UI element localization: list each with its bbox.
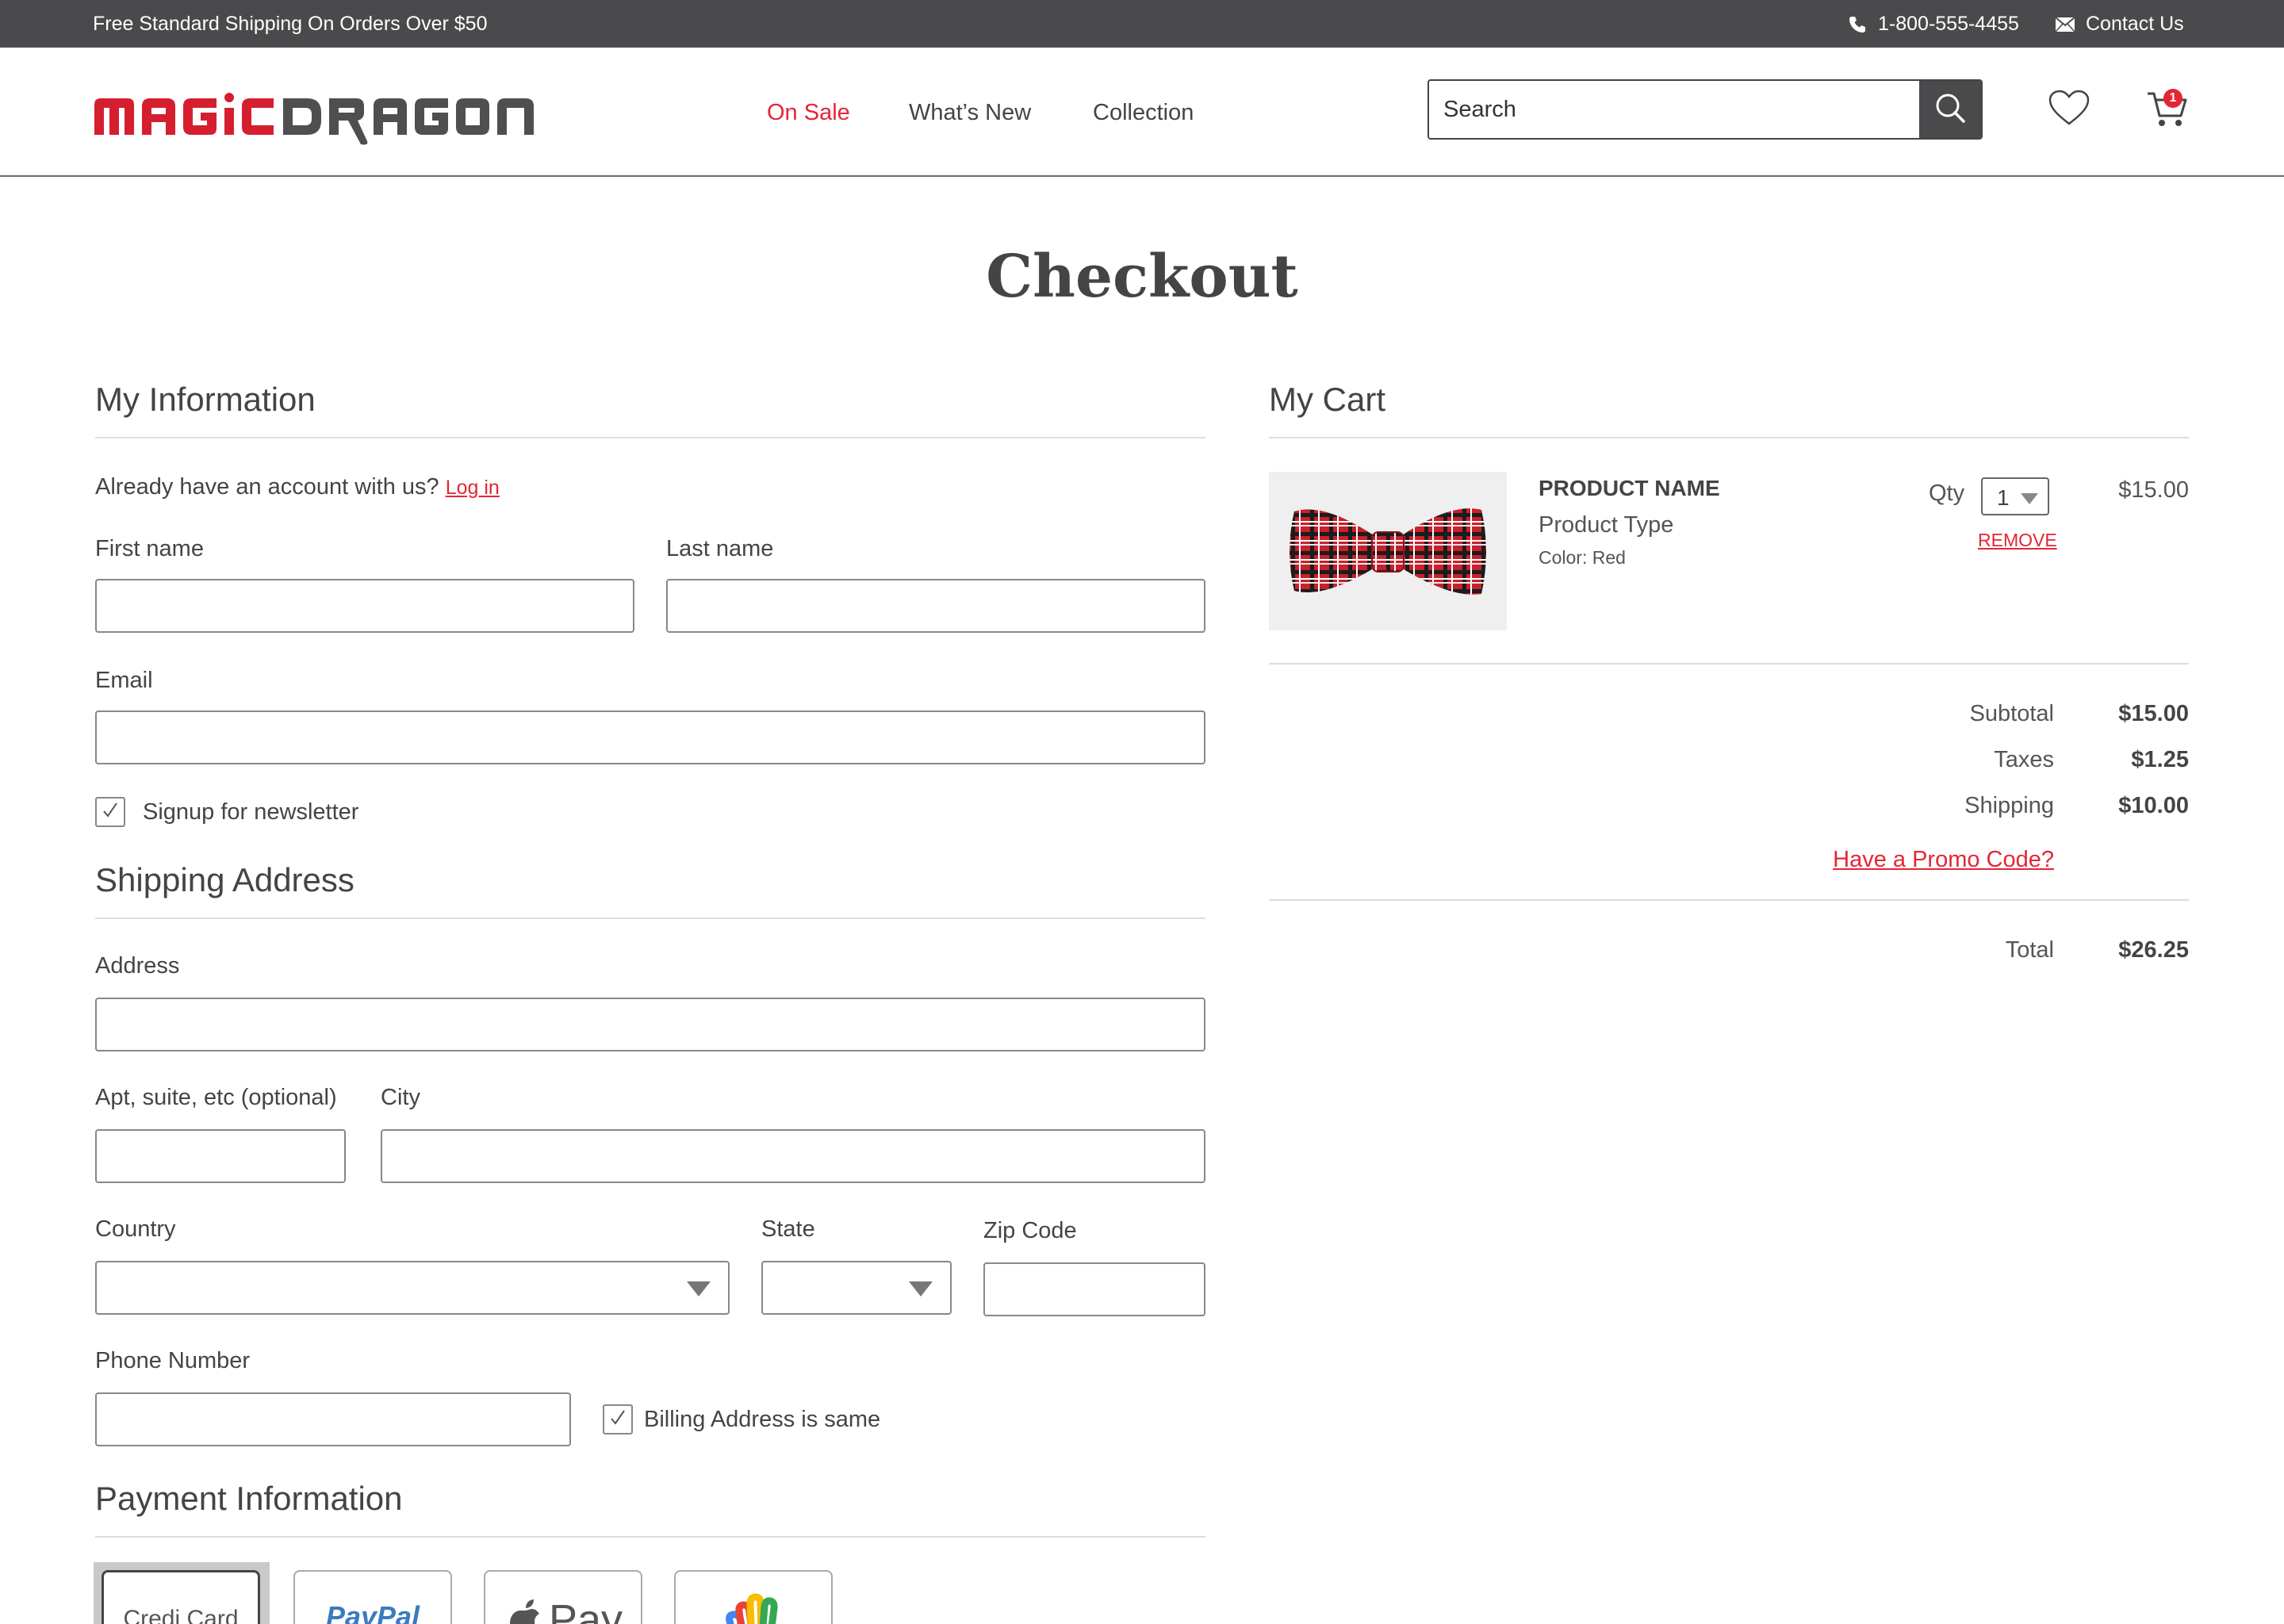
phone-input[interactable] — [95, 1392, 571, 1446]
magic-dragon-logo[interactable] — [93, 87, 537, 146]
taxes-value: $1.25 — [2131, 747, 2189, 772]
country-label: Country — [95, 1216, 176, 1242]
first-name-label: First name — [95, 536, 204, 561]
search-icon — [1933, 91, 1967, 128]
wishlist-button[interactable] — [2048, 89, 2090, 131]
address-input[interactable] — [95, 998, 1205, 1051]
divider — [1269, 437, 2189, 439]
payment-credit-card[interactable]: Credi Card — [102, 1570, 260, 1624]
my-information-heading: My Information — [95, 381, 316, 418]
quantity-value: 1 — [1997, 485, 2010, 510]
chevron-down-icon — [2021, 493, 2038, 504]
shipping-address-heading: Shipping Address — [95, 861, 354, 898]
search-input[interactable] — [1429, 81, 1921, 138]
billing-same-label: Billing Address is same — [644, 1407, 881, 1432]
phone-link[interactable]: 1-800-555-4455 — [1848, 13, 2019, 36]
checkmark-icon — [607, 1408, 628, 1432]
divider — [1269, 663, 2189, 665]
address-label: Address — [95, 953, 180, 979]
state-select[interactable] — [761, 1261, 952, 1315]
subtotal-value: $15.00 — [2118, 701, 2189, 726]
apt-label: Apt, suite, etc (optional) — [95, 1085, 337, 1110]
divider — [1269, 899, 2189, 901]
shipping-value: $10.00 — [2118, 793, 2189, 818]
cart-count-badge: 1 — [2163, 89, 2182, 108]
search-button[interactable] — [1919, 81, 1981, 138]
last-name-label: Last name — [666, 536, 774, 561]
heart-icon — [2048, 90, 2090, 130]
contact-us-link[interactable]: Contact Us — [2056, 13, 2184, 36]
account-prompt: Already have an account with us? Log in — [95, 474, 500, 500]
payment-paypal[interactable]: PayPal — [293, 1570, 452, 1624]
chevron-down-icon — [909, 1281, 933, 1297]
nav-whats-new[interactable]: What’s New — [909, 100, 1031, 126]
billing-same-checkbox[interactable] — [603, 1404, 633, 1434]
product-name[interactable]: PRODUCT NAME — [1539, 476, 1720, 501]
qty-label: Qty — [1929, 481, 1965, 506]
total-label: Total — [2005, 937, 2054, 963]
newsletter-checkbox[interactable] — [95, 797, 125, 827]
credit-card-label: Credi Card — [123, 1606, 239, 1624]
apple-pay-label: Pay — [549, 1596, 623, 1624]
google-pay-icon — [725, 1591, 782, 1624]
paypal-logo: PayPal — [325, 1600, 420, 1624]
quantity-select[interactable]: 1 — [1981, 477, 2049, 515]
account-prompt-text: Already have an account with us? — [95, 474, 439, 500]
last-name-input[interactable] — [666, 579, 1205, 633]
page-title: Checkout — [986, 243, 1298, 311]
phone-number: 1-800-555-4455 — [1878, 13, 2019, 35]
city-label: City — [381, 1085, 420, 1110]
my-cart-heading: My Cart — [1269, 381, 1385, 418]
apt-input[interactable] — [95, 1129, 346, 1183]
product-color: Color: Red — [1539, 547, 1626, 568]
first-name-input[interactable] — [95, 579, 634, 633]
shipping-label: Shipping — [1964, 793, 2054, 818]
envelope-icon — [2056, 17, 2075, 32]
product-type: Product Type — [1539, 512, 1674, 538]
apple-icon — [508, 1598, 542, 1624]
subtotal-label: Subtotal — [1969, 701, 2054, 726]
divider — [95, 917, 1205, 919]
bow-tie-icon — [1290, 508, 1486, 595]
zip-label: Zip Code — [983, 1218, 1077, 1243]
search-box — [1428, 79, 1983, 140]
login-link[interactable]: Log in — [446, 477, 500, 499]
country-select[interactable] — [95, 1261, 730, 1315]
state-label: State — [761, 1216, 815, 1242]
nav-on-sale[interactable]: On Sale — [767, 100, 850, 126]
email-input[interactable] — [95, 710, 1205, 764]
apple-pay-logo: Pay — [508, 1595, 623, 1624]
product-image[interactable] — [1269, 472, 1507, 630]
divider — [95, 1536, 1205, 1538]
shopping-cart-icon — [2146, 92, 2189, 133]
payment-apple-pay[interactable]: Pay — [484, 1570, 642, 1624]
payment-google-pay[interactable] — [674, 1570, 833, 1624]
phone-icon — [1848, 15, 1867, 34]
checkmark-icon — [100, 800, 121, 825]
payment-information-heading: Payment Information — [95, 1480, 403, 1517]
remove-item-link[interactable]: REMOVE — [1978, 530, 2057, 551]
promo-code-link[interactable]: Have a Promo Code? — [1833, 847, 2054, 873]
taxes-label: Taxes — [1994, 747, 2054, 772]
city-input[interactable] — [381, 1129, 1205, 1183]
item-price: $15.00 — [2118, 477, 2189, 503]
divider — [95, 437, 1205, 439]
phone-label: Phone Number — [95, 1348, 251, 1373]
chevron-down-icon — [687, 1281, 711, 1297]
free-shipping-promo: Free Standard Shipping On Orders Over $5… — [93, 13, 488, 35]
site-header: On Sale What’s New Collection 1 — [0, 48, 2284, 177]
email-label: Email — [95, 668, 153, 693]
zip-input[interactable] — [983, 1262, 1205, 1316]
total-value: $26.25 — [2118, 937, 2189, 963]
nav-collection[interactable]: Collection — [1093, 100, 1194, 126]
announcement-bar: Free Standard Shipping On Orders Over $5… — [0, 0, 2284, 48]
newsletter-label: Signup for newsletter — [143, 799, 359, 825]
contact-us-label: Contact Us — [2086, 13, 2184, 35]
